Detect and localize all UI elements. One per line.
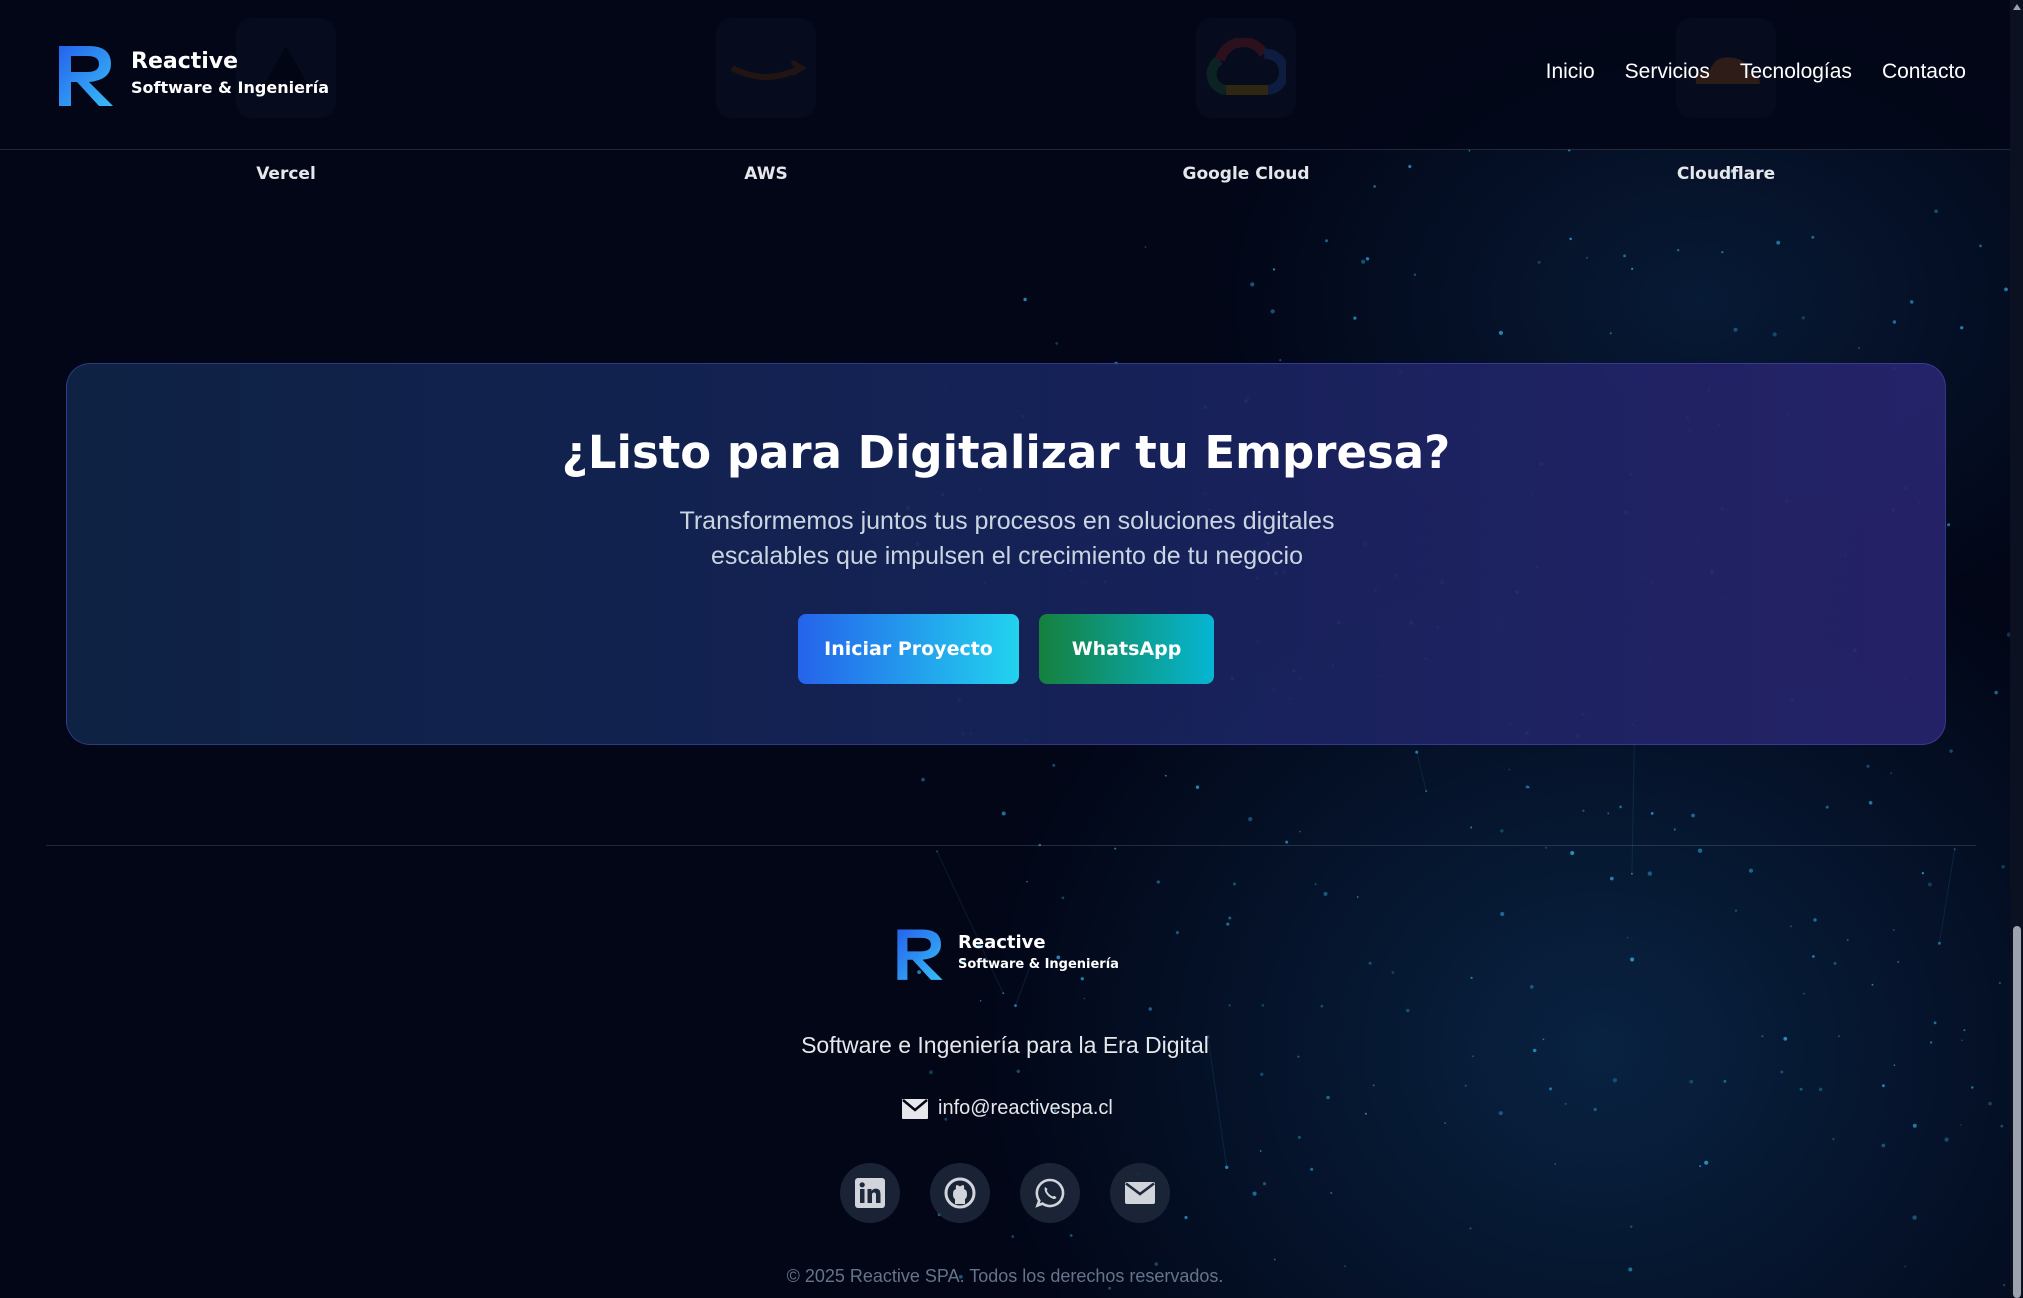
copyright: © 2025 Reactive SPA. Todos los derechos … <box>786 1266 1224 1286</box>
reactive-logo-icon <box>59 46 113 106</box>
cta-subtitle: Transformemos juntos tus procesos en sol… <box>679 507 1335 570</box>
scrollbar-track[interactable] <box>2010 0 2023 1298</box>
nav-item-servicios[interactable]: Servicios <box>1625 60 1710 84</box>
reactive-logo-icon <box>897 929 943 980</box>
footer-brand-logo[interactable]: Reactive Software & Ingeniería <box>894 924 1119 982</box>
whatsapp-social-button[interactable] <box>1020 1163 1080 1223</box>
footer-brand-tagline: Software & Ingeniería <box>958 957 1119 972</box>
linkedin-icon <box>855 1178 885 1208</box>
mail-icon <box>1125 1182 1155 1204</box>
footer-divider <box>46 845 1976 846</box>
linkedin-button[interactable] <box>840 1163 900 1223</box>
whatsapp-button[interactable]: WhatsApp <box>1039 614 1214 684</box>
social-links <box>840 1163 1170 1223</box>
brand-tagline: Software & Ingeniería <box>131 78 330 97</box>
github-icon <box>944 1177 976 1209</box>
tech-label: Google Cloud <box>1182 164 1310 184</box>
cta-buttons: Iniciar Proyecto WhatsApp <box>67 614 1945 684</box>
tech-label: AWS <box>744 164 788 184</box>
tech-label: Vercel <box>256 164 316 184</box>
site-header: Reactive Software & Ingeniería Inicio Se… <box>0 0 2010 150</box>
start-project-button[interactable]: Iniciar Proyecto <box>798 614 1019 684</box>
whatsapp-icon <box>1035 1178 1065 1208</box>
nav-item-tecnologias[interactable]: Tecnologías <box>1740 60 1852 84</box>
tech-label: Cloudflare <box>1676 164 1776 184</box>
main-nav: Inicio Servicios Tecnologías Contacto <box>1546 60 1966 84</box>
page: Vercel AWS Google Cloud Cloudflare React… <box>0 0 2023 1298</box>
footer-email: info@reactivespa.cl <box>938 1097 1113 1119</box>
cta-section: ¿Listo para Digitalizar tu Empresa? Tran… <box>66 363 1946 745</box>
footer-brand-name: Reactive <box>958 932 1046 953</box>
nav-item-inicio[interactable]: Inicio <box>1546 60 1595 84</box>
footer-email-link[interactable]: info@reactivespa.cl <box>902 1097 1113 1120</box>
scrollbar-thumb[interactable] <box>2013 926 2021 1298</box>
nav-item-contacto[interactable]: Contacto <box>1882 60 1966 84</box>
cta-title: ¿Listo para Digitalizar tu Empresa? <box>561 426 1451 479</box>
scroll-up-arrow-icon[interactable] <box>2013 4 2021 10</box>
brand-name: Reactive <box>131 49 239 74</box>
github-button[interactable] <box>930 1163 990 1223</box>
mail-icon <box>902 1098 928 1119</box>
brand-logo[interactable]: Reactive Software & Ingeniería <box>55 40 329 108</box>
mail-button[interactable] <box>1110 1163 1170 1223</box>
footer-tagline: Software e Ingeniería para la Era Digita… <box>801 1032 1209 1058</box>
